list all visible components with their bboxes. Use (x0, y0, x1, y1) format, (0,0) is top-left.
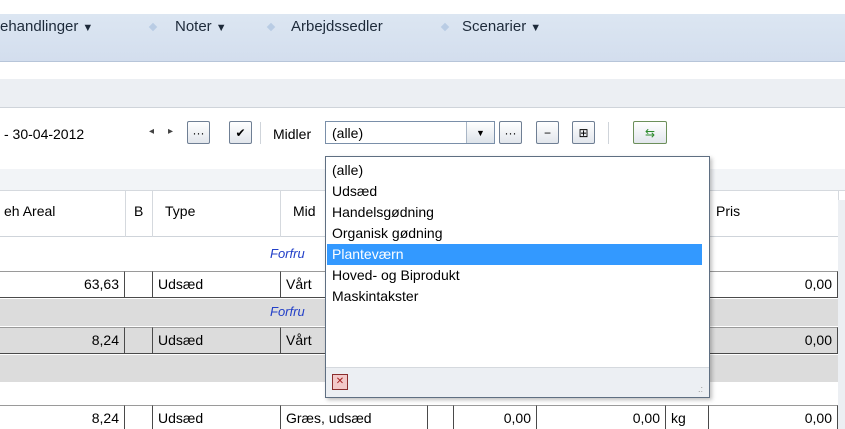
top-strip (0, 0, 845, 14)
col-header-pris[interactable]: Pris (716, 203, 740, 219)
col-header-areal[interactable]: eh Areal (4, 203, 55, 219)
cell-pris[interactable]: 0,00 (708, 271, 838, 298)
toolbar-divider (608, 122, 609, 144)
midler-dropdown-list: (alle) Udsæd Handelsgødning Organisk gød… (325, 156, 710, 398)
date-ok-button[interactable]: ✔ (229, 121, 252, 144)
cell-unit[interactable]: kg (665, 405, 709, 429)
date-more-button[interactable]: ··· (187, 121, 210, 144)
next-arrow-icon[interactable]: ▸ (168, 126, 173, 137)
cell-b[interactable] (124, 327, 153, 354)
cell-areal[interactable]: 8,24 (0, 327, 125, 354)
col-divider (125, 191, 126, 237)
refresh-button[interactable]: ⇆ (633, 121, 667, 144)
cell-areal[interactable]: 8,24 (0, 405, 125, 429)
menu-behandlinger[interactable]: ehandlinger ▼ (0, 18, 93, 35)
cell-pris[interactable]: 0,00 (708, 327, 838, 354)
option-organisk-godning[interactable]: Organisk gødning (327, 223, 702, 244)
date-range-text[interactable]: - 30-04-2012 (4, 126, 84, 142)
table-row[interactable]: 8,24 Udsæd Græs, udsæd 0,00 0,00 kg 0,00 (0, 405, 845, 429)
group-label: Forfru (270, 304, 305, 319)
menu-separator-dot (440, 22, 450, 32)
cell-b[interactable] (124, 271, 153, 298)
toolbar-divider (260, 122, 261, 144)
dropdown-footer: ✕ .: (326, 367, 709, 397)
chevron-down-icon: ▼ (215, 22, 227, 34)
col-divider (152, 191, 153, 237)
menu-separator-dot (266, 22, 276, 32)
cell-middel[interactable]: Vårt (280, 327, 330, 354)
scrollbar[interactable] (838, 200, 845, 429)
menu-behandlinger-label: ehandlinger (0, 18, 79, 35)
menu-bar: ehandlinger ▼ Noter ▼ Arbejdssedler Scenar… (0, 14, 845, 62)
col-header-type[interactable]: Type (165, 203, 195, 219)
ellipsis-icon: ··· (504, 125, 517, 140)
col-header-b[interactable]: B (134, 203, 143, 219)
secondary-toolbar (0, 79, 845, 108)
menu-noter-label: Noter (175, 18, 212, 35)
prev-arrow-icon[interactable]: ◂ (149, 126, 154, 137)
check-icon: ✔ (235, 125, 246, 140)
menu-scenarier-label: Scenarier (462, 18, 527, 35)
menu-scenarier[interactable]: Scenarier ▼ (462, 18, 541, 35)
chevron-down-icon: ▼ (530, 22, 542, 34)
cell-type[interactable]: Udsæd (152, 271, 281, 298)
cell-areal[interactable]: 63,63 (0, 271, 125, 298)
option-maskintakster[interactable]: Maskintakster (327, 286, 702, 307)
menu-arbejdssedler[interactable]: Arbejdssedler (291, 18, 383, 35)
col-header-middel[interactable]: Mid (293, 203, 316, 219)
cell-b[interactable] (124, 405, 153, 429)
minus-icon: − (543, 125, 551, 140)
chevron-down-icon[interactable]: ▼ (466, 122, 494, 143)
option-udsaed[interactable]: Udsæd (327, 181, 702, 202)
col-divider (280, 191, 281, 237)
cell-value-2[interactable]: 0,00 (536, 405, 666, 429)
midler-select[interactable]: (alle) ▼ (325, 121, 495, 144)
menu-arbejdssedler-label: Arbejdssedler (291, 18, 383, 35)
cell-type[interactable]: Udsæd (152, 327, 281, 354)
midler-select-value: (alle) (332, 125, 364, 141)
cell-empty[interactable] (427, 405, 454, 429)
cell-middel[interactable]: Græs, udsæd (280, 405, 428, 429)
filter-toolbar: - 30-04-2012 ◂ ▸ ··· ✔ Midler (alle) ▼ ·… (0, 109, 845, 161)
refresh-icon: ⇆ (644, 125, 656, 140)
midler-label: Midler (273, 126, 312, 142)
cell-value-1[interactable]: 0,00 (453, 405, 537, 429)
menu-separator-dot (148, 22, 158, 32)
midler-grid-add-button[interactable]: ⊞ (572, 121, 595, 144)
midler-remove-button[interactable]: − (536, 121, 559, 144)
menu-noter[interactable]: Noter ▼ (175, 18, 227, 35)
resize-grip-icon[interactable]: .: (698, 384, 703, 394)
option-handelsgodning[interactable]: Handelsgødning (327, 202, 702, 223)
close-icon[interactable]: ✕ (332, 374, 348, 390)
cell-middel[interactable]: Vårt (280, 271, 330, 298)
option-hoved-og-biprodukt[interactable]: Hoved- og Biprodukt (327, 265, 702, 286)
midler-more-button[interactable]: ··· (499, 121, 522, 144)
ellipsis-icon: ··· (192, 125, 205, 140)
grid-add-icon: ⊞ (578, 125, 589, 140)
option-plantevaern[interactable]: Planteværn (327, 244, 702, 265)
cell-pris[interactable]: 0,00 (708, 405, 838, 429)
chevron-down-icon: ▼ (82, 22, 94, 34)
cell-type[interactable]: Udsæd (152, 405, 281, 429)
option-alle[interactable]: (alle) (327, 160, 702, 181)
group-label: Forfru (270, 246, 305, 261)
